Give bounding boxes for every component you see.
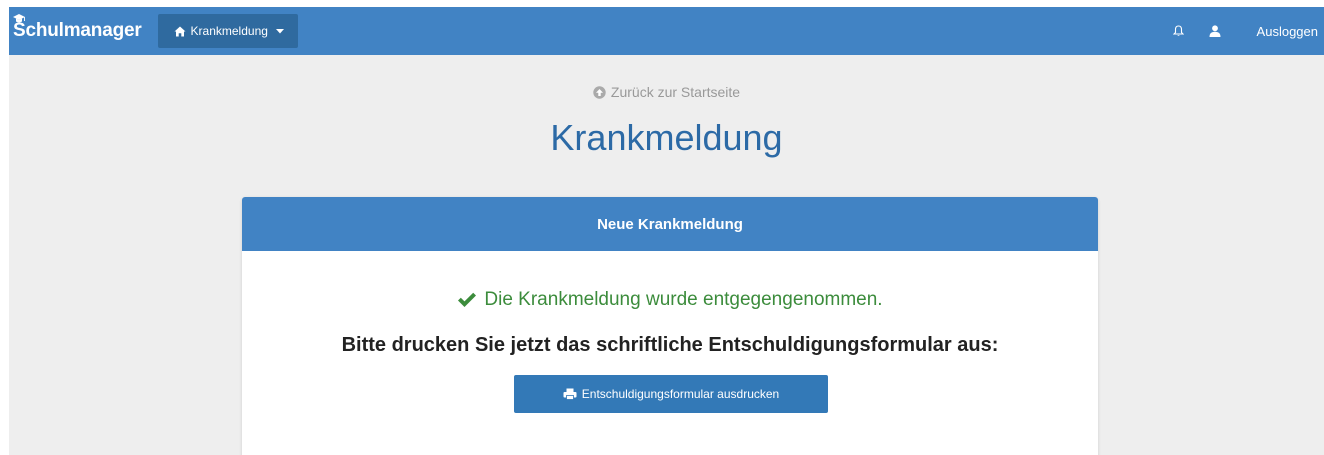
dropdown-label: Krankmeldung [190, 24, 268, 38]
user-icon [1209, 25, 1221, 37]
printer-icon [563, 388, 577, 400]
print-button-label: Entschuldigungsformular ausdrucken [581, 387, 780, 401]
navbar-right: Ausloggen [1161, 7, 1324, 55]
profile-button[interactable] [1197, 7, 1233, 55]
page-title: Krankmeldung [550, 117, 783, 158]
back-link-row: Zurück zur Startseite [9, 84, 1324, 100]
back-to-home-link[interactable]: Zurück zur Startseite [593, 84, 740, 100]
page: Schulmanager Krankmeldung Ausloggen Zurü… [9, 7, 1324, 455]
brand-logo[interactable]: Schulmanager [13, 7, 142, 55]
new-sick-note-panel: Neue Krankmeldung Die Krankmeldung wurde… [242, 197, 1098, 455]
notifications-button[interactable] [1161, 7, 1197, 55]
print-instruction: Bitte drucken Sie jetzt das schriftliche… [341, 334, 999, 356]
success-message-text: Die Krankmeldung wurde entgegengenommen. [484, 289, 883, 310]
logout-link[interactable]: Ausloggen [1233, 24, 1324, 39]
success-message: Die Krankmeldung wurde entgegengenommen. [242, 289, 1098, 311]
checkmark-icon [458, 292, 477, 307]
bell-icon [1173, 25, 1185, 36]
circle-arrow-up-icon [593, 85, 606, 99]
navbar: Schulmanager Krankmeldung Ausloggen [9, 7, 1324, 55]
back-link-label: Zurück zur Startseite [610, 84, 741, 100]
panel-heading: Neue Krankmeldung [242, 197, 1098, 251]
krankmeldung-dropdown[interactable]: Krankmeldung [157, 14, 298, 48]
graduation-cap-icon [13, 14, 25, 23]
print-form-button[interactable]: Entschuldigungsformular ausdrucken [514, 375, 828, 413]
home-icon [174, 26, 186, 36]
brand-name: Schulmanager [13, 20, 142, 41]
caret-down-icon [275, 28, 284, 33]
